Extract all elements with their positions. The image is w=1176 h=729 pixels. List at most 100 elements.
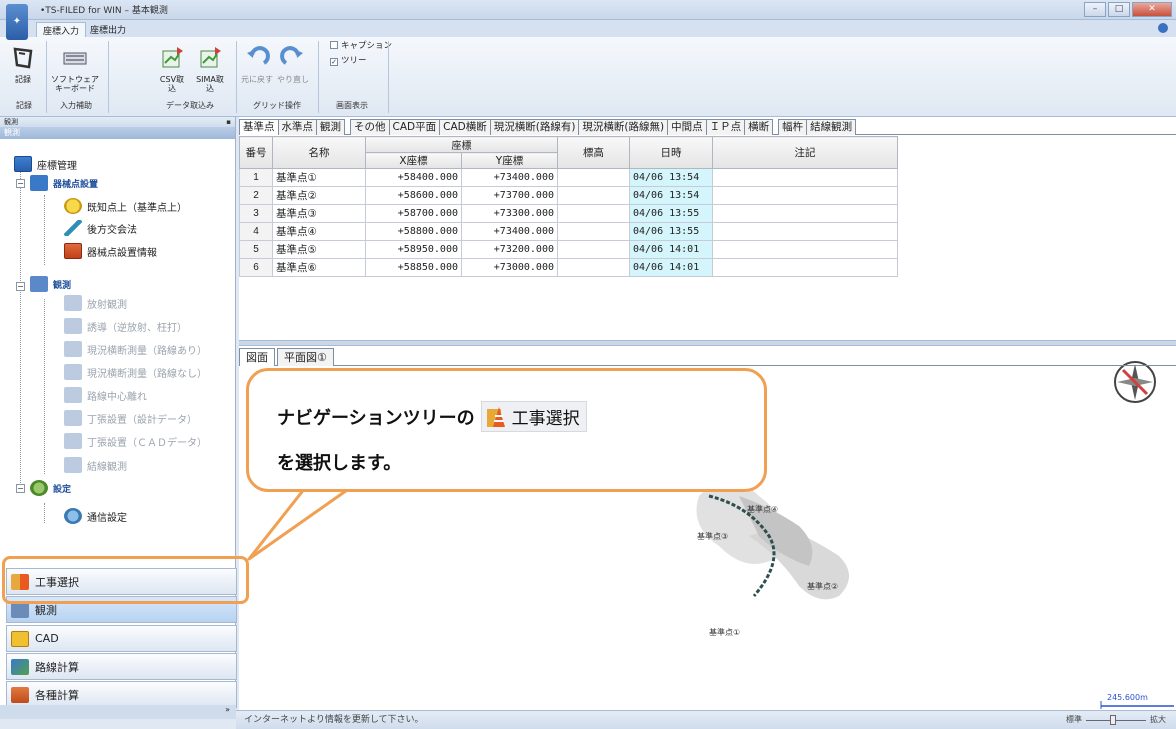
tree-item-stake-design[interactable]: 丁張設置（設計データ） (64, 409, 197, 427)
cell-datetime[interactable]: 04/06 13:54 (629, 186, 713, 205)
maximize-button[interactable]: □ (1108, 2, 1130, 17)
tab-width-stake[interactable]: 幅杵 (778, 119, 808, 135)
cell-name[interactable]: 基準点② (272, 186, 366, 205)
table-row[interactable]: 3 基準点③ +58700.000 +73300.000 04/06 13:55 (239, 204, 898, 223)
app-menu-icon[interactable]: ✦ (6, 4, 28, 40)
cell-name[interactable]: 基準点⑥ (272, 258, 366, 277)
cell-y[interactable]: +73400.000 (461, 222, 558, 241)
table-row[interactable]: 5 基準点⑤ +58950.000 +73200.000 04/06 14:01 (239, 240, 898, 259)
tree-item-observation[interactable]: 観測 (30, 275, 71, 293)
tab-tie-line[interactable]: 結線観測 (806, 119, 857, 135)
cell-x[interactable]: +58800.000 (365, 222, 462, 241)
cell-elevation[interactable] (557, 204, 630, 223)
chevron-down-icon[interactable]: » (225, 705, 230, 714)
tree-checkbox[interactable]: ✓ ツリー (330, 54, 367, 66)
collapse-icon[interactable]: − (16, 484, 25, 493)
cell-datetime[interactable]: 04/06 14:01 (629, 240, 713, 259)
cell-elevation[interactable] (557, 168, 630, 187)
cell-elevation[interactable] (557, 258, 630, 277)
tree-item-guidance[interactable]: 誘導（逆放射、枉打） (64, 317, 187, 335)
tree-item-tie-line[interactable]: 結線観測 (64, 456, 127, 474)
tab-plan-1[interactable]: 平面図① (277, 348, 334, 366)
panel-footer[interactable]: » (0, 705, 236, 719)
cell-x[interactable]: +58600.000 (365, 186, 462, 205)
tab-mid-point[interactable]: 中間点 (667, 119, 707, 135)
tab-level-point[interactable]: 水準点 (277, 119, 317, 135)
tab-coordinate-input[interactable]: 座標入力 (36, 22, 87, 37)
tree-item-comm-settings[interactable]: 通信設定 (64, 507, 127, 525)
collapse-icon[interactable]: − (16, 179, 25, 188)
zoom-thumb[interactable] (1110, 714, 1116, 725)
cell-datetime[interactable]: 04/06 13:55 (629, 204, 713, 223)
software-keyboard-button[interactable]: ソフトウェア キーボード (46, 45, 104, 93)
cell-x[interactable]: +58400.000 (365, 168, 462, 187)
tab-cad-cross[interactable]: CAD横断 (439, 119, 491, 135)
tree-item-centerline-offset[interactable]: 路線中心離れ (64, 386, 147, 404)
cell-note[interactable] (712, 240, 898, 259)
close-button[interactable]: ✕ (1132, 2, 1172, 17)
cell-name[interactable]: 基準点⑤ (272, 240, 366, 259)
cell-name[interactable]: 基準点① (272, 168, 366, 187)
tab-cad-plan[interactable]: CAD平面 (388, 119, 441, 135)
cell-note[interactable] (712, 222, 898, 241)
table-row[interactable]: 2 基準点② +58600.000 +73700.000 04/06 13:54 (239, 186, 898, 205)
cell-elevation[interactable] (557, 222, 630, 241)
nav-route-calc[interactable]: 路線計算 (6, 653, 237, 680)
caption-checkbox[interactable]: キャプション (330, 39, 392, 51)
tree-item-coord-mgmt[interactable]: 座標管理 (14, 155, 77, 173)
tree-item-settings[interactable]: 設定 (30, 479, 71, 497)
zoom-control[interactable]: 標準 拡大 (1066, 711, 1166, 729)
cell-datetime[interactable]: 04/06 13:55 (629, 222, 713, 241)
table-row[interactable]: 1 基準点① +58400.000 +73400.000 04/06 13:54 (239, 168, 898, 187)
undo-button[interactable]: 元に戻す (241, 45, 273, 84)
record-button[interactable]: 記録 (8, 45, 38, 84)
tab-base-point[interactable]: 基準点 (239, 119, 279, 135)
nav-cad[interactable]: CAD (6, 625, 237, 652)
cell-elevation[interactable] (557, 240, 630, 259)
collapse-icon[interactable]: − (16, 282, 25, 291)
cell-note[interactable] (712, 204, 898, 223)
tab-cross-without-route[interactable]: 現況横断(路線無) (578, 119, 669, 135)
nav-various-calc[interactable]: 各種計算 (6, 681, 237, 708)
cell-note[interactable] (712, 186, 898, 205)
tab-drawing[interactable]: 図面 (239, 348, 275, 366)
tree-item-resection[interactable]: 後方交会法 (64, 219, 137, 237)
tree-item-instrument-info[interactable]: 器械点設置情報 (64, 242, 157, 260)
tab-cross[interactable]: 横断 (744, 119, 774, 135)
cell-x[interactable]: +58850.000 (365, 258, 462, 277)
cell-y[interactable]: +73700.000 (461, 186, 558, 205)
table-row[interactable]: 6 基準点⑥ +58850.000 +73000.000 04/06 14:01 (239, 258, 898, 277)
tree-item-cross-with-route[interactable]: 現況横断測量（路線あり） (64, 340, 207, 358)
tab-ip-point[interactable]: ＩＰ点 (705, 119, 746, 135)
tree-item-known-point[interactable]: 既知点上（基準点上） (64, 197, 187, 215)
sima-import-button[interactable]: SIMA取込 (193, 45, 227, 93)
cell-name[interactable]: 基準点④ (272, 222, 366, 241)
tab-other[interactable]: その他 (350, 119, 390, 135)
cell-x[interactable]: +58950.000 (365, 240, 462, 259)
cell-y[interactable]: +73300.000 (461, 204, 558, 223)
cell-name[interactable]: 基準点③ (272, 204, 366, 223)
cell-x[interactable]: +58700.000 (365, 204, 462, 223)
tree-item-instrument-setup[interactable]: 器械点設置 (30, 174, 98, 192)
cell-datetime[interactable]: 04/06 14:01 (629, 258, 713, 277)
cell-note[interactable] (712, 168, 898, 187)
tree-item-stake-cad[interactable]: 丁張設置（ＣＡＤデータ） (64, 432, 207, 450)
pin-icon[interactable]: ▪ (226, 117, 231, 127)
tab-observation[interactable]: 観測 (316, 119, 345, 135)
cell-datetime[interactable]: 04/06 13:54 (629, 168, 713, 187)
tab-cross-with-route[interactable]: 現況横断(路線有) (489, 119, 580, 135)
table-row[interactable]: 4 基準点④ +58800.000 +73400.000 04/06 13:55 (239, 222, 898, 241)
cell-y[interactable]: +73000.000 (461, 258, 558, 277)
cell-note[interactable] (712, 258, 898, 277)
redo-button[interactable]: やり直し (277, 45, 309, 84)
cell-y[interactable]: +73200.000 (461, 240, 558, 259)
cell-elevation[interactable] (557, 186, 630, 205)
minimize-button[interactable]: – (1084, 2, 1106, 17)
tree-item-radial[interactable]: 放射観測 (64, 294, 127, 312)
tab-coordinate-output[interactable]: 座標出力 (84, 22, 132, 37)
zoom-slider[interactable] (1086, 714, 1146, 725)
help-icon[interactable] (1158, 23, 1168, 33)
cell-y[interactable]: +73400.000 (461, 168, 558, 187)
csv-import-button[interactable]: CSV取込 (156, 45, 188, 93)
tree-item-cross-without-route[interactable]: 現況横断測量（路線なし） (64, 363, 207, 381)
